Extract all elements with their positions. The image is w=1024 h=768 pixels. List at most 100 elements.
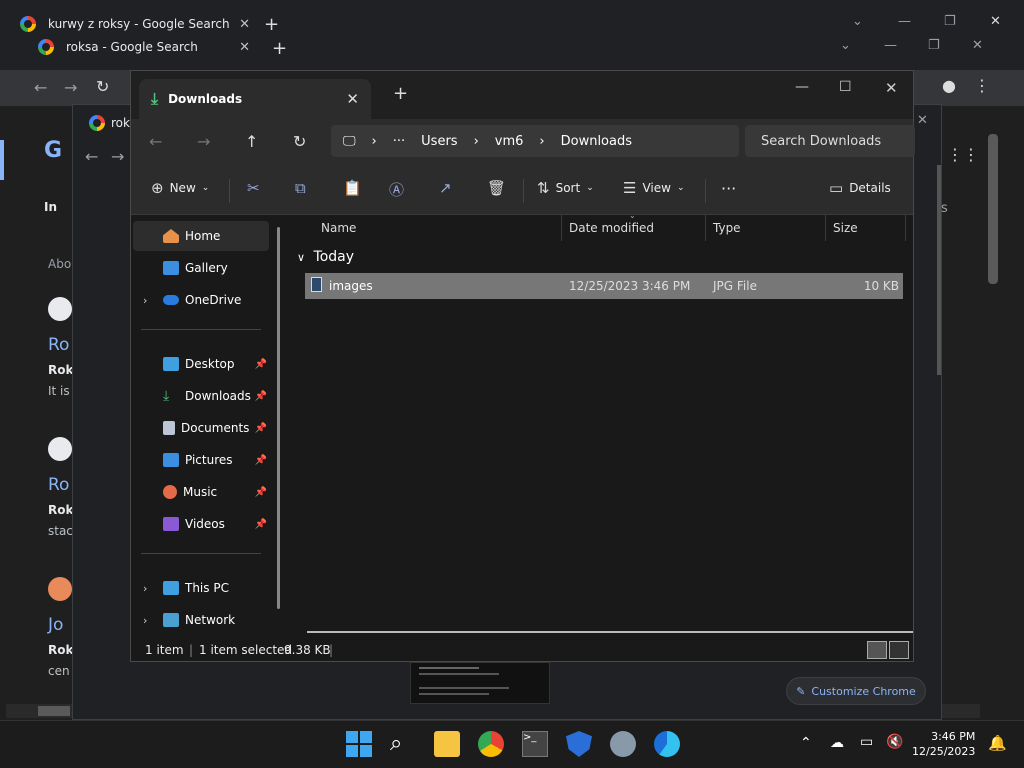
nav-downloads[interactable]: ⤓ Downloads 📌 [133,381,269,411]
nav-this-pc[interactable]: › This PC [133,573,269,603]
chrome-icon[interactable] [478,731,504,757]
restore-icon[interactable]: ❐ [928,38,940,53]
chevron-right-icon[interactable]: › [143,614,147,627]
start-windows-icon[interactable] [346,731,372,757]
back-icon[interactable]: ← [149,132,162,151]
pin-icon[interactable]: 📌 [255,487,267,498]
file-row-images[interactable]: images 12/25/2023 3:46 PM JPG File 10 KB [305,273,903,299]
address-bar[interactable]: 🖵 › ··· Users › vm6 › Downloads [331,125,739,157]
close-icon[interactable]: ✕ [917,113,928,128]
sort-button[interactable]: ⇅ Sort ⌄ [537,179,594,197]
scrollbar[interactable] [937,165,941,375]
nav-home[interactable]: Home [133,221,269,251]
more-options-icon[interactable]: ··· [721,179,736,198]
menu-dots-icon[interactable]: ⋮ [974,76,990,95]
chevron-down-icon[interactable]: ⌄ [852,14,863,29]
minimize-icon[interactable]: — [898,14,911,29]
close-icon[interactable]: ✕ [990,14,1001,29]
breadcrumb-vm6[interactable]: vm6 [495,134,524,149]
refresh-icon[interactable]: ↻ [293,132,306,151]
minimize-icon[interactable]: — [795,79,809,95]
nav-pictures[interactable]: Pictures 📌 [133,445,269,475]
back-icon[interactable]: ← [85,147,98,166]
result-title[interactable]: Ro [48,475,69,495]
details-button[interactable]: ▭ Details [829,179,891,197]
maximize-icon[interactable]: ☐ [839,79,852,95]
nav-videos[interactable]: Videos 📌 [133,509,269,539]
file-list-scrollbar[interactable] [307,631,913,633]
close-icon[interactable]: ✕ [346,90,359,108]
reload-icon[interactable]: ↻ [96,77,109,96]
forward-icon[interactable]: → [197,132,210,151]
nav-documents[interactable]: Documents 📌 [133,413,269,443]
share-button[interactable]: ↗ [439,179,452,197]
pin-icon[interactable]: 📌 [255,519,267,530]
paste-button[interactable]: 📋 [343,179,362,197]
chevron-up-icon[interactable]: ⌃ [800,735,812,751]
copy-button[interactable]: ⧉ [295,179,306,197]
nav-gallery[interactable]: Gallery [133,253,269,283]
edge-icon[interactable] [654,731,680,757]
search-icon[interactable]: ⌕ [390,731,416,757]
network-icon[interactable]: ▭ [860,734,873,750]
pin-icon[interactable]: 📌 [255,359,267,370]
clock[interactable]: 3:46 PM 12/25/2023 [912,729,975,759]
file-explorer-icon[interactable] [434,731,460,757]
pin-icon[interactable]: 📌 [255,423,267,434]
up-icon[interactable]: ↑ [245,132,258,151]
chrome-tab-2[interactable]: roksa - Google Search ✕ [38,32,250,62]
customize-chrome-button[interactable]: ✎ Customize Chrome [786,677,926,705]
details-view-button[interactable] [867,641,887,659]
terminal-icon[interactable]: >_ [522,731,548,757]
scrollbar-thumb[interactable] [38,706,70,716]
result-title[interactable]: Ro [48,335,69,355]
group-header-today[interactable]: ∨ Today [297,249,354,265]
view-button[interactable]: ☰ View ⌄ [623,179,684,197]
column-header-name[interactable]: Name [321,221,356,235]
profile-icon[interactable]: ● [942,76,956,95]
notification-bell-icon[interactable]: 🔔 [988,734,1007,752]
nav-scrollbar[interactable] [277,227,280,609]
delete-button[interactable]: 🗑 [487,179,506,197]
new-tab-icon[interactable]: + [393,83,408,104]
close-icon[interactable]: ✕ [972,38,983,53]
minimize-icon[interactable]: — [884,38,897,53]
explorer-tab-downloads[interactable]: ⤓ Downloads ✕ [139,79,371,119]
search-chip[interactable]: In [44,200,57,214]
apps-grid-icon[interactable]: ⋮⋮ [947,145,979,164]
close-icon[interactable]: ✕ [239,17,250,32]
taskbar-thumbnail-preview[interactable] [410,662,550,704]
pin-icon[interactable]: 📌 [255,455,267,466]
settings-gear-icon[interactable] [610,731,636,757]
rename-button[interactable]: Ⓐ [389,179,404,200]
close-icon[interactable]: ✕ [239,40,250,55]
chevron-right-icon[interactable]: › [143,294,147,307]
onedrive-offline-icon[interactable]: ☁ [830,735,844,751]
breadcrumb-downloads[interactable]: Downloads [561,134,632,149]
more-icon[interactable]: ··· [393,134,405,149]
restore-icon[interactable]: ❐ [944,14,956,29]
nav-onedrive[interactable]: › OneDrive [133,285,269,315]
nav-music[interactable]: Music 📌 [133,477,269,507]
breadcrumb-users[interactable]: Users [421,134,457,149]
result-title[interactable]: Jo [48,615,63,635]
new-tab-icon[interactable]: + [272,38,287,59]
pin-icon[interactable]: 📌 [255,391,267,402]
security-shield-icon[interactable] [566,731,592,757]
back-icon[interactable]: ← [34,78,47,97]
column-header-type[interactable]: Type [713,221,741,235]
forward-icon[interactable]: → [111,147,124,166]
volume-muted-icon[interactable]: 🔇 [886,734,903,750]
chevron-down-icon[interactable]: ⌄ [840,38,851,53]
close-icon[interactable]: ✕ [885,79,898,97]
forward-icon[interactable]: → [64,78,77,97]
cut-button[interactable]: ✂ [247,179,260,197]
column-header-size[interactable]: Size [833,221,858,235]
new-tab-icon[interactable]: + [264,14,279,35]
chevron-right-icon[interactable]: › [143,582,147,595]
scrollbar[interactable] [988,134,998,284]
search-input[interactable]: Search Downloads [745,125,915,157]
tiles-view-button[interactable] [889,641,909,659]
nav-desktop[interactable]: Desktop 📌 [133,349,269,379]
new-button[interactable]: ⊕ New ⌄ [151,179,209,197]
